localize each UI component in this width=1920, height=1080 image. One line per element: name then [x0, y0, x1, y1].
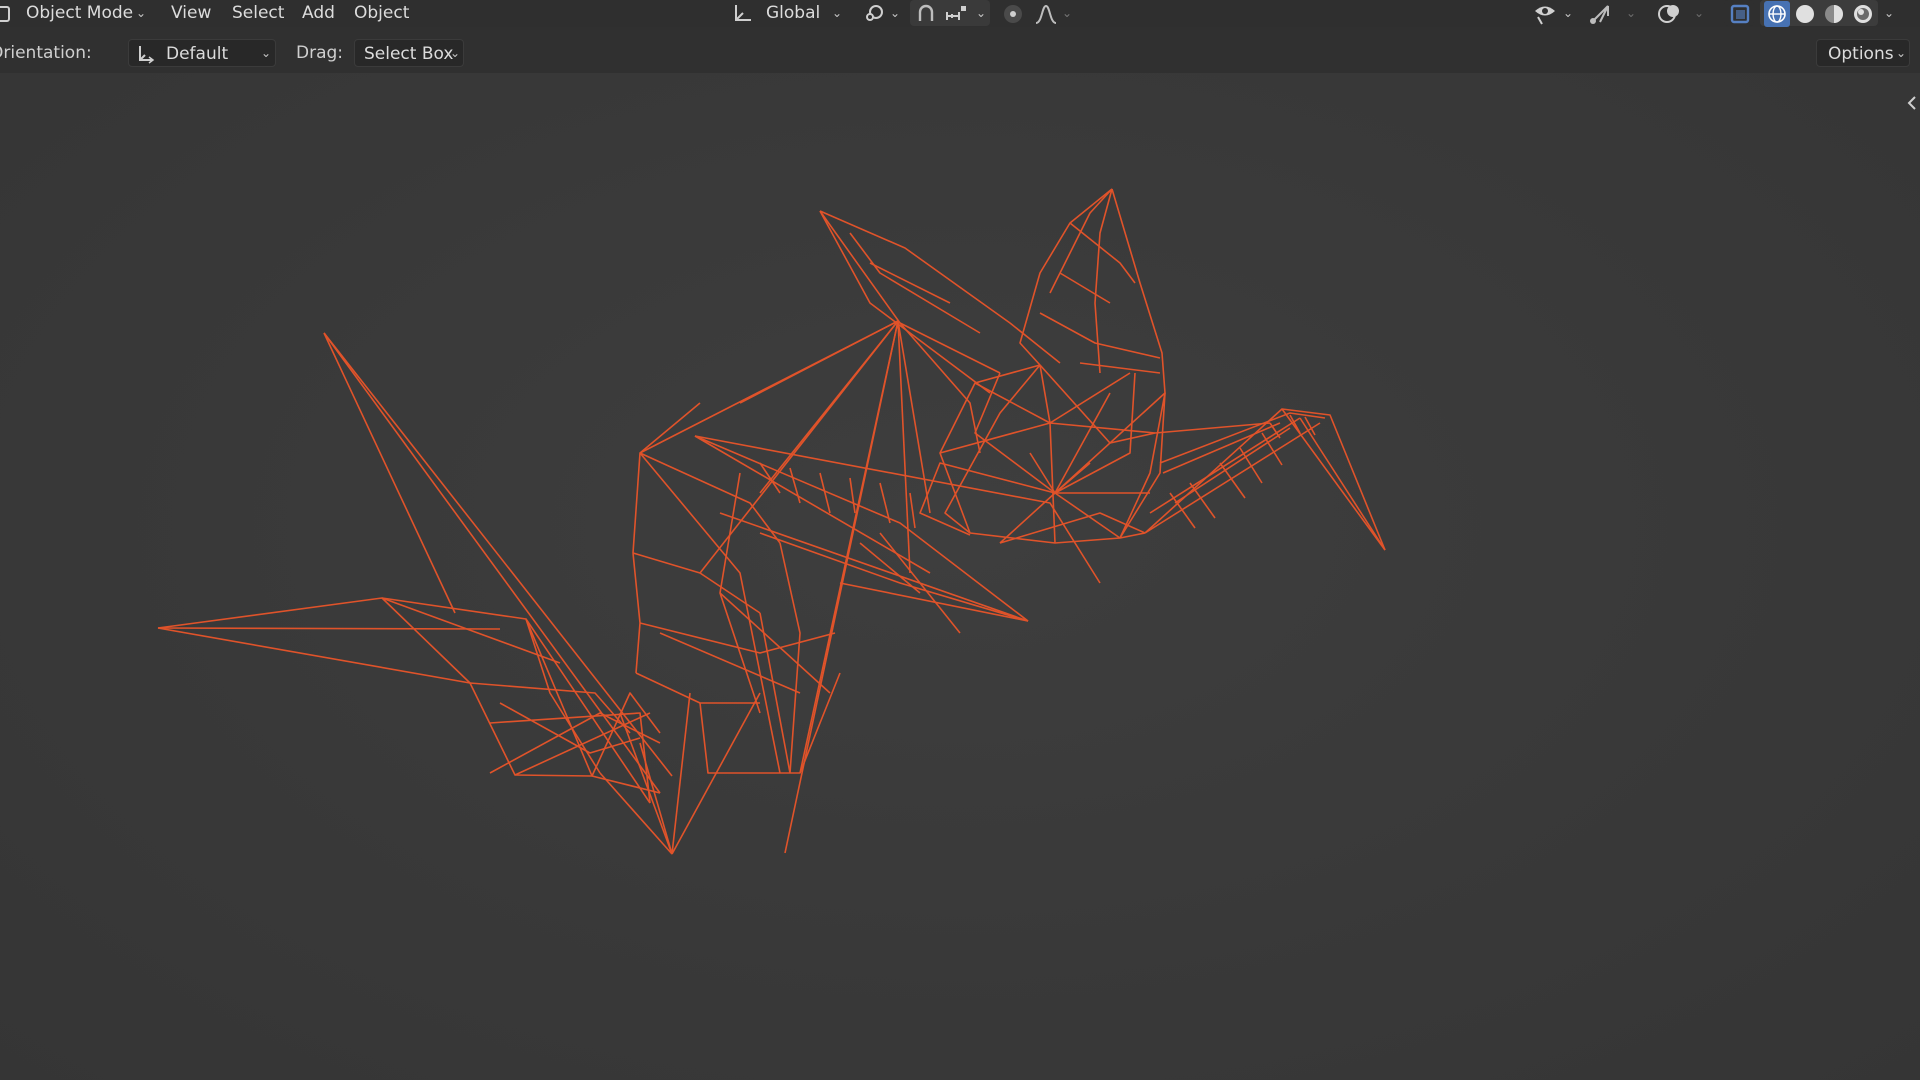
chevron-down-icon[interactable]: ⌄	[1626, 6, 1636, 20]
chevron-down-icon[interactable]: ⌄	[1884, 6, 1894, 20]
mesh-edge	[1174, 427, 1291, 504]
mesh-edge	[819, 210, 1061, 364]
chevron-down-icon: ⌄	[136, 6, 147, 20]
mesh-edge	[879, 532, 961, 634]
options-dropdown[interactable]: Options ⌄	[1816, 39, 1910, 67]
snap-increment-icon[interactable]	[945, 4, 971, 24]
gizmo-icon[interactable]	[1588, 2, 1614, 26]
mesh-edge	[1054, 392, 1166, 539]
mesh-edge	[1054, 372, 1136, 494]
mesh-edge	[919, 462, 1056, 536]
mesh-edge	[849, 232, 981, 334]
transform-orientation-label: Global	[766, 3, 821, 23]
menu-add[interactable]: Add	[302, 3, 335, 23]
wireframe-shading-icon[interactable]	[1764, 1, 1790, 27]
mesh-edge	[323, 332, 673, 777]
mesh-edge	[619, 712, 673, 855]
mesh-edge	[939, 422, 1156, 454]
mesh-edge	[632, 552, 641, 674]
rendered-shading-icon[interactable]	[1852, 3, 1874, 25]
mesh-edge	[157, 627, 471, 684]
mesh-edge	[759, 320, 899, 494]
pivot-point-dropdown[interactable]: ⌄	[860, 0, 902, 26]
orientation-value: Default	[166, 44, 229, 64]
orientation-axis-icon	[135, 43, 157, 65]
transform-orientation-dropdown[interactable]: Global ⌄	[728, 0, 846, 26]
object-mode-dropdown[interactable]: Object Mode ⌄	[0, 0, 152, 26]
menu-object[interactable]: Object	[354, 3, 409, 23]
mesh-edge	[635, 672, 760, 704]
mesh-edge	[694, 435, 1029, 622]
tool-settings-bar: Orientation: Default ⌄ Drag: Select Box …	[0, 27, 1920, 73]
drag-value: Select Box	[364, 44, 454, 64]
mesh-edge	[632, 402, 701, 554]
chevron-down-icon[interactable]: ⌄	[1062, 6, 1072, 20]
mesh-edge	[323, 332, 661, 794]
visibility-icon[interactable]	[1532, 2, 1560, 26]
orientation-dropdown[interactable]: Default ⌄	[128, 39, 276, 67]
menu-view[interactable]: View	[171, 3, 211, 23]
mesh-edge	[1079, 362, 1161, 374]
mesh-edge	[525, 618, 593, 777]
mesh-edge	[157, 627, 501, 630]
chevron-down-icon[interactable]: ⌄	[1563, 6, 1573, 20]
xray-icon	[1728, 2, 1752, 26]
options-label: Options	[1828, 44, 1894, 64]
mesh-edge	[671, 692, 691, 855]
mesh-edge	[639, 622, 836, 654]
pivot-icon	[863, 3, 887, 23]
mesh-edge	[1059, 272, 1111, 304]
material-preview-icon[interactable]	[1823, 3, 1845, 25]
chevron-down-icon: ⌄	[832, 6, 843, 20]
mesh-edge	[599, 772, 673, 855]
chevron-down-icon: ⌄	[1896, 46, 1907, 60]
snap-icon[interactable]	[914, 3, 938, 25]
mesh-edge	[1119, 392, 1166, 539]
mesh-edge	[632, 552, 761, 614]
mesh-edge	[1299, 417, 1386, 551]
mesh-edge	[1159, 412, 1326, 464]
chevron-down-icon[interactable]: ⌄	[1694, 6, 1704, 20]
object-mode-icon	[0, 6, 10, 22]
mesh-edge	[1111, 188, 1166, 394]
mesh-edge	[819, 210, 1001, 374]
chevron-down-icon: ⌄	[450, 46, 461, 60]
overlay-icon[interactable]	[1656, 2, 1684, 26]
menu-select[interactable]: Select	[232, 3, 284, 23]
chevron-down-icon[interactable]: ⌄	[976, 6, 986, 20]
mesh-edge	[639, 742, 673, 855]
mesh-edge	[739, 320, 899, 404]
viewport-header: Object Mode ⌄ View Select Add Object Glo…	[0, 0, 1920, 27]
drag-dropdown[interactable]: Select Box ⌄	[354, 39, 464, 67]
3d-viewport[interactable]	[0, 73, 1920, 1080]
mesh-edge	[719, 512, 1029, 622]
chevron-down-icon: ⌄	[890, 6, 901, 20]
mesh-edge	[1169, 432, 1283, 529]
mesh-edge	[1039, 364, 1056, 544]
mesh-edge	[659, 632, 801, 694]
mesh-edge	[1144, 422, 1321, 534]
transform-orientation-icon	[732, 3, 754, 23]
mesh-edge	[759, 532, 1029, 622]
chevron-down-icon: ⌄	[261, 46, 272, 60]
solid-shading-icon[interactable]	[1794, 3, 1816, 25]
object-mode-label: Object Mode	[26, 3, 134, 23]
mesh-edge	[1281, 408, 1386, 551]
falloff-icon[interactable]	[1034, 3, 1060, 25]
mesh-edge	[1039, 312, 1161, 359]
drag-label: Drag:	[296, 43, 344, 63]
orientation-label: Orientation:	[0, 43, 92, 63]
crane-wireframe-mesh[interactable]	[0, 73, 1920, 1080]
proportional-editing-icon[interactable]	[1000, 2, 1026, 26]
mesh-edge	[323, 332, 456, 614]
